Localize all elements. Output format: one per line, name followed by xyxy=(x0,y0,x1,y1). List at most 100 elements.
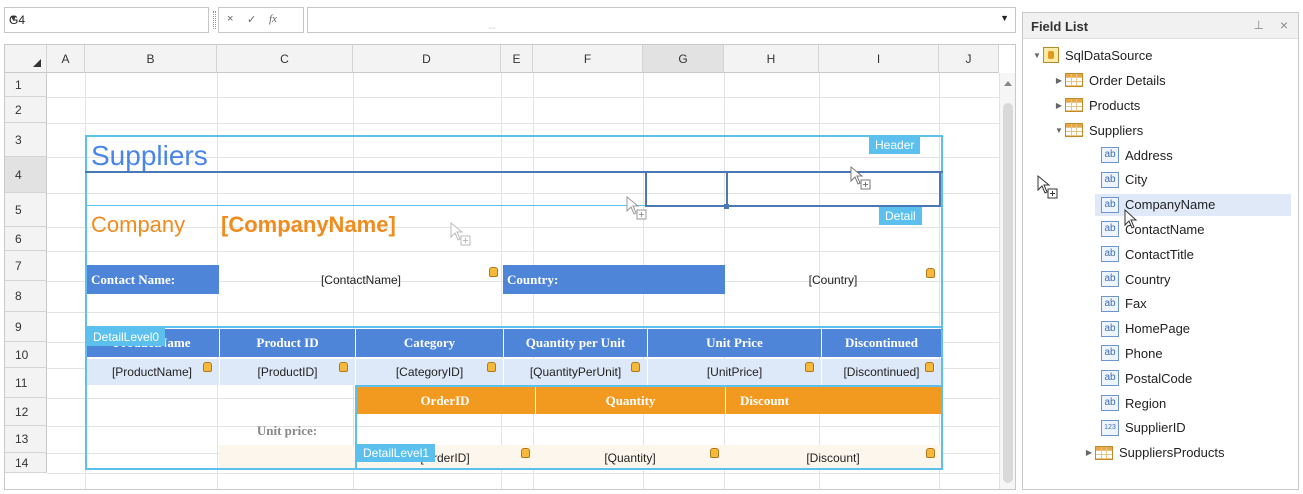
tree-item-field[interactable]: ab City xyxy=(1101,169,1147,191)
row-header-13[interactable]: 13 xyxy=(5,426,47,453)
scroll-up-icon[interactable] xyxy=(1004,81,1012,86)
quantity-per-unit-field[interactable]: [QuantityPerUnit] xyxy=(503,359,647,385)
tree-item-field[interactable]: ab Fax xyxy=(1101,293,1147,315)
tree-item-field[interactable]: ab Country xyxy=(1101,268,1171,290)
datasource-icon xyxy=(1043,47,1059,63)
expand-icon[interactable]: ▶ xyxy=(1083,448,1095,457)
column-header-b[interactable]: B xyxy=(85,45,217,73)
contact-name-label[interactable]: Contact Name: xyxy=(87,265,219,294)
unit-price-label[interactable]: Unit price: xyxy=(219,417,355,445)
column-header-c[interactable]: C xyxy=(217,45,353,73)
column-header-f[interactable]: F xyxy=(533,45,643,73)
row-header-1[interactable]: 1 xyxy=(5,73,47,97)
row-header-2[interactable]: 2 xyxy=(5,97,47,123)
discontinued-field[interactable]: [Discontinued] xyxy=(821,359,941,385)
tree-item-datasource[interactable]: ▼ SqlDataSource xyxy=(1031,44,1152,66)
order-id-header[interactable]: OrderID xyxy=(355,387,535,414)
resize-grip-icon[interactable]: ····· xyxy=(488,25,496,32)
table-icon xyxy=(1065,123,1083,137)
tree-item-table[interactable]: ▼ Suppliers xyxy=(1053,119,1143,141)
name-box[interactable]: G4 ▼ xyxy=(4,7,209,33)
chevron-down-icon[interactable]: ▼ xyxy=(9,13,202,23)
row-header-11[interactable]: 11 xyxy=(5,368,47,398)
vertical-scrollbar[interactable] xyxy=(999,73,1015,489)
column-header-h[interactable]: H xyxy=(724,45,819,73)
detail-level1-band-tag[interactable]: DetailLevel1 xyxy=(357,444,436,462)
unit-price-field[interactable]: [UnitPrice] xyxy=(647,359,821,385)
category-field[interactable]: [CategoryID] xyxy=(355,359,503,385)
formula-input[interactable]: ····· ▼ xyxy=(307,7,1016,33)
close-icon[interactable]: × xyxy=(1280,17,1288,33)
unit-price-header[interactable]: Unit Price xyxy=(647,329,821,357)
product-id-field[interactable]: [ProductID] xyxy=(219,359,355,385)
collapse-icon[interactable]: ▼ xyxy=(1053,126,1065,135)
tree-item-field[interactable]: ab ContactName xyxy=(1101,218,1204,240)
company-name-field[interactable]: [CompanyName] xyxy=(217,207,477,243)
company-label[interactable]: Company xyxy=(87,207,217,243)
tree-label: Suppliers xyxy=(1089,122,1144,138)
product-id-header[interactable]: Product ID xyxy=(219,329,355,357)
row-header-5[interactable]: 5 xyxy=(5,193,47,227)
tree-item-field[interactable]: ab Phone xyxy=(1101,342,1163,364)
tree-item-table[interactable]: ▶ Order Details xyxy=(1053,69,1166,91)
collapse-icon[interactable]: ▼ xyxy=(1031,51,1043,60)
category-header[interactable]: Category xyxy=(355,329,503,357)
row-header-6[interactable]: 6 xyxy=(5,227,47,251)
spreadsheet-grid[interactable]: ABCDEFGHIJ 1 2 3 4 5 6 7 8 9 10 11 12 13 14 Suppliers… xyxy=(4,44,1016,490)
report-title[interactable]: Suppliers xyxy=(87,139,387,173)
fill-handle[interactable] xyxy=(724,204,729,209)
expand-icon[interactable]: ▶ xyxy=(1053,76,1065,85)
country-label[interactable]: Country: xyxy=(503,265,725,294)
table-icon xyxy=(1065,98,1083,112)
row-header-3[interactable]: 3 xyxy=(5,123,47,157)
scrollbar-thumb[interactable] xyxy=(1003,103,1013,483)
tree-item-relation[interactable]: ▶ SuppliersProducts xyxy=(1083,442,1225,464)
tree-item-field[interactable]: ab ContactTitle xyxy=(1101,243,1194,265)
tree-item-field[interactable]: ab Address xyxy=(1101,144,1173,166)
column-header-j[interactable]: J xyxy=(939,45,999,73)
selected-range-divider xyxy=(726,171,728,207)
grid-row-line xyxy=(47,312,1002,313)
insert-function-icon[interactable]: fx xyxy=(269,13,277,25)
country-field[interactable]: [Country] xyxy=(725,265,941,294)
column-header-a[interactable]: A xyxy=(47,45,85,73)
row-header-8[interactable]: 8 xyxy=(5,281,47,312)
select-all-corner[interactable] xyxy=(5,45,47,73)
tree-item-table[interactable]: ▶ Products xyxy=(1053,94,1140,116)
product-name-field[interactable]: [ProductName] xyxy=(85,359,219,385)
quantity-per-unit-header[interactable]: Quantity per Unit xyxy=(503,329,647,357)
detail-level0-band-tag[interactable]: DetailLevel0 xyxy=(87,328,166,346)
tree-item-field[interactable]: ab PostalCode xyxy=(1101,367,1192,389)
row-header-7[interactable]: 7 xyxy=(5,251,47,281)
tree-item-field[interactable]: 123 SupplierID xyxy=(1101,417,1186,439)
expand-icon[interactable]: ▶ xyxy=(1053,101,1065,110)
column-header-g[interactable]: G xyxy=(643,45,724,73)
selected-range[interactable] xyxy=(645,171,941,207)
grid-row-line xyxy=(47,123,1002,124)
discount-header[interactable]: Discount xyxy=(725,387,941,414)
column-header-i[interactable]: I xyxy=(819,45,939,73)
discount-field[interactable]: [Discount] xyxy=(725,445,941,470)
enter-icon[interactable]: ✓ xyxy=(247,13,256,26)
row-header-10[interactable]: 10 xyxy=(5,342,47,368)
row-header-14[interactable]: 14 xyxy=(5,453,47,473)
column-header-e[interactable]: E xyxy=(501,45,533,73)
row-header-12[interactable]: 12 xyxy=(5,398,47,426)
expand-formula-icon[interactable]: ▼ xyxy=(1000,13,1009,23)
discontinued-header[interactable]: Discontinued xyxy=(821,329,941,357)
formula-bar-splitter[interactable] xyxy=(213,11,216,29)
cancel-icon[interactable]: × xyxy=(227,13,233,25)
detail-band-tag[interactable]: Detail xyxy=(879,207,922,225)
empty-cell[interactable] xyxy=(219,445,355,470)
row-header-9[interactable]: 9 xyxy=(5,312,47,342)
quantity-field[interactable]: [Quantity] xyxy=(535,445,725,470)
pin-icon[interactable]: ⊥ xyxy=(1254,18,1264,32)
quantity-header[interactable]: Quantity xyxy=(535,387,725,414)
header-band-tag[interactable]: Header xyxy=(869,136,921,154)
tree-item-field[interactable]: ab Region xyxy=(1101,392,1166,414)
contact-name-field[interactable]: [ContactName] xyxy=(219,265,503,294)
tree-label: PostalCode xyxy=(1125,370,1193,386)
column-header-d[interactable]: D xyxy=(353,45,501,73)
tree-item-field[interactable]: ab HomePage xyxy=(1101,318,1190,340)
row-header-4[interactable]: 4 xyxy=(5,157,47,193)
